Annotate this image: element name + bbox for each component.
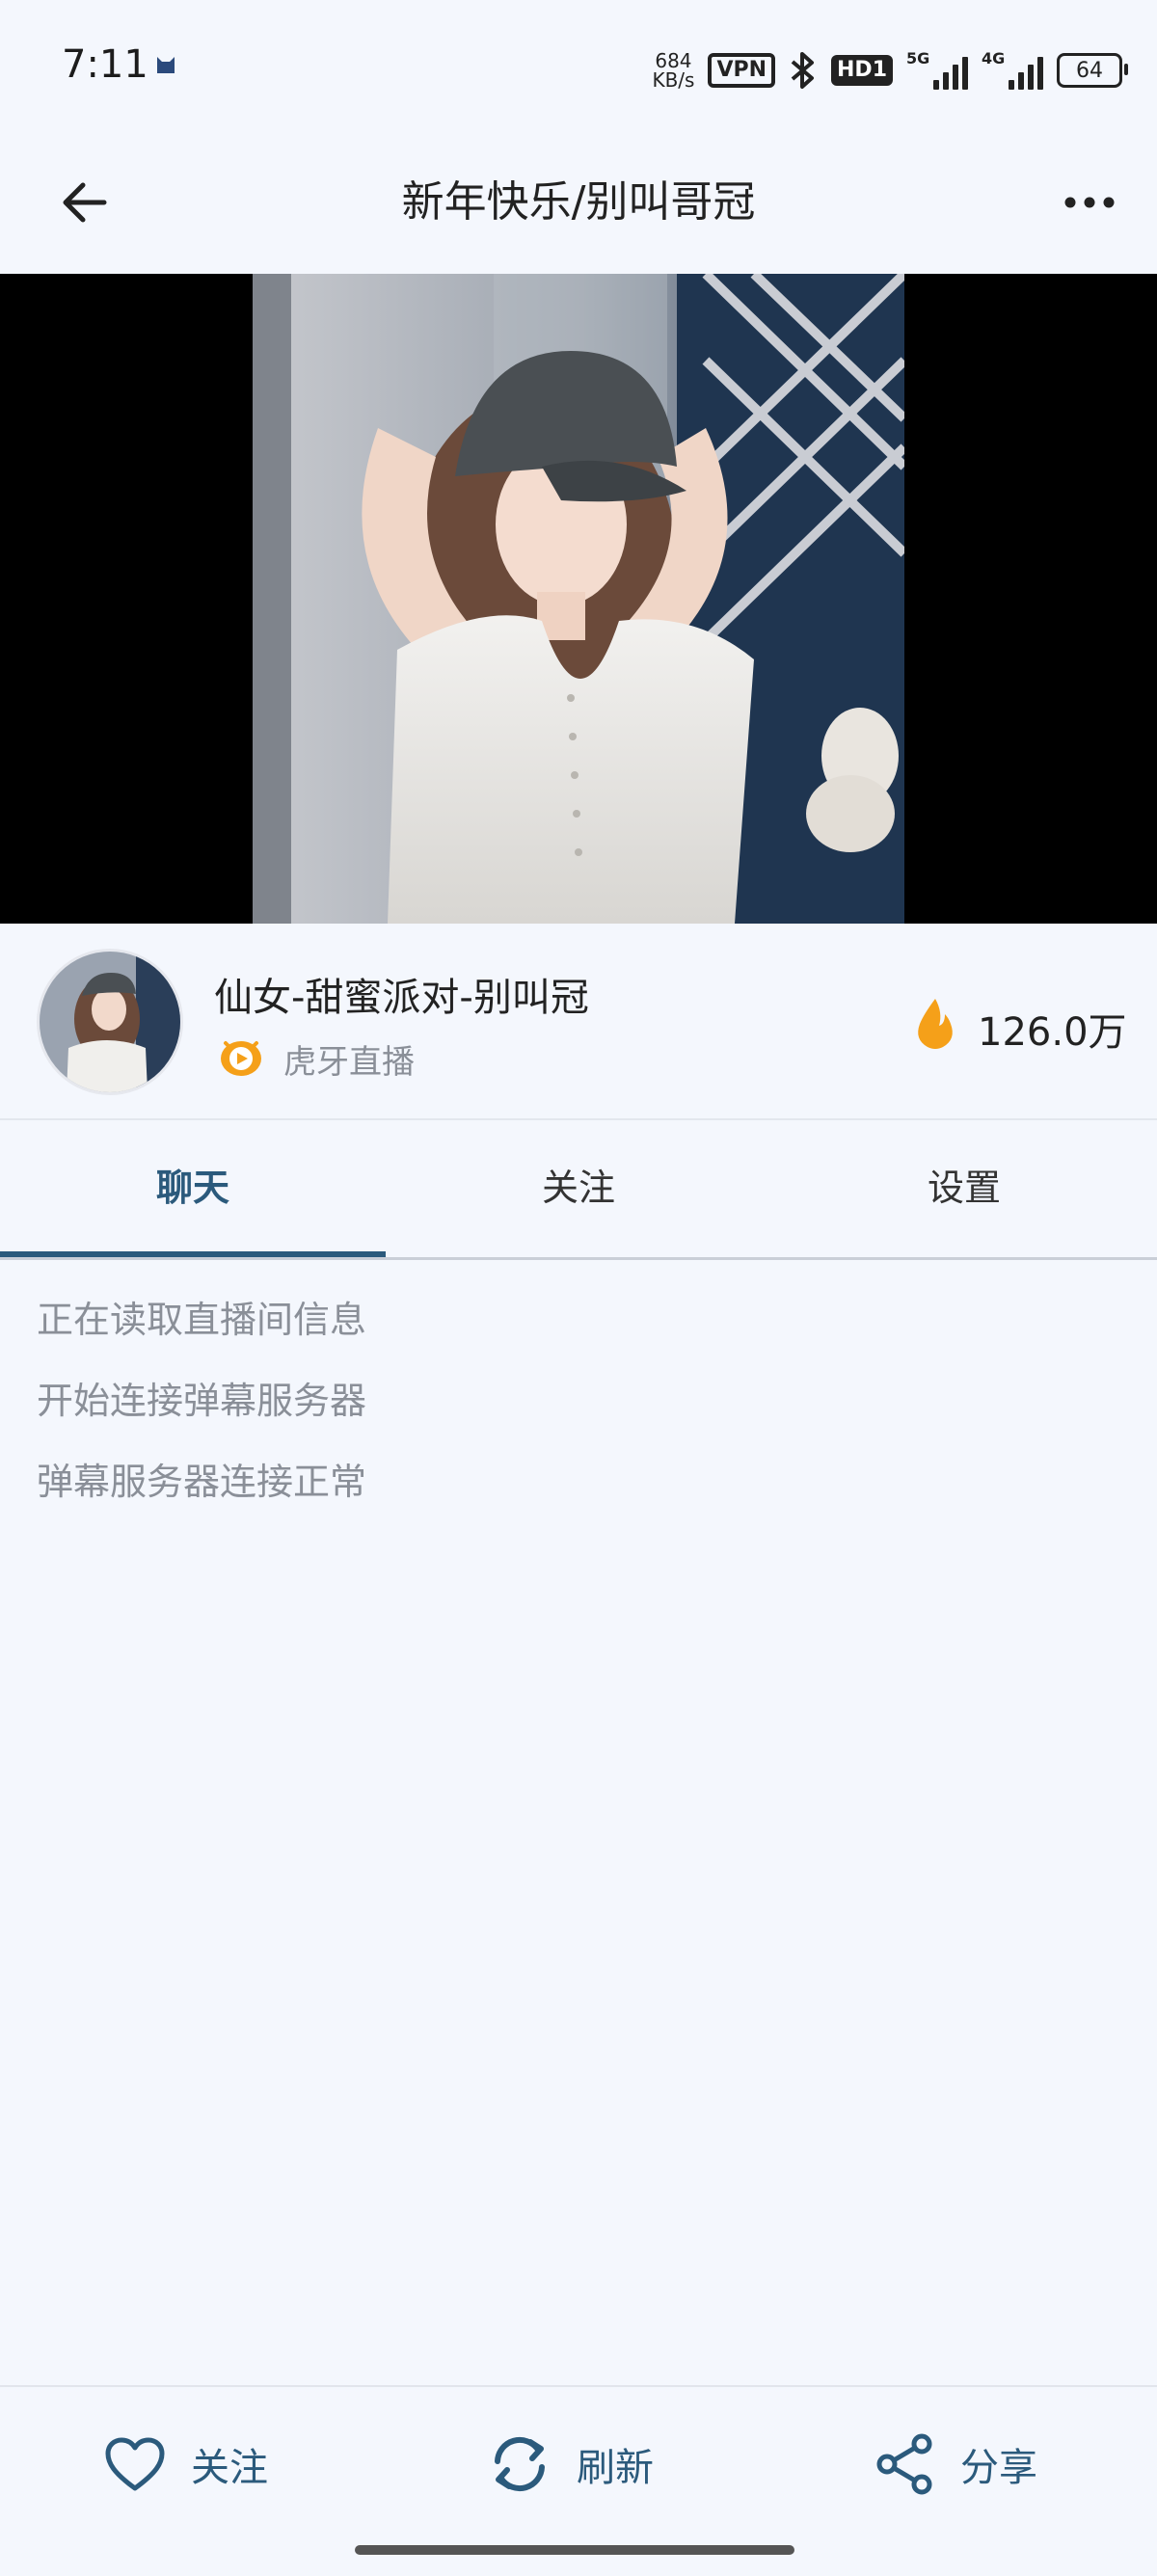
huya-logo-icon	[221, 1041, 261, 1076]
vpn-icon: VPN	[708, 53, 776, 88]
platform-name: 虎牙直播	[283, 1043, 415, 1082]
status-indicators: 684 KB/s VPN HD1 5G 4G 64	[652, 46, 1128, 94]
signal-5g-icon: 5G	[906, 49, 968, 90]
follow-label: 关注	[191, 2446, 268, 2490]
hd-icon: HD1	[831, 55, 893, 86]
net-speed-value: 684	[655, 49, 692, 72]
video-frame	[253, 274, 904, 924]
more-button[interactable]	[1051, 164, 1128, 241]
more-dots-icon	[1064, 197, 1115, 208]
app-header: 新年快乐/别叫哥冠	[0, 135, 1157, 274]
avatar-image	[40, 952, 180, 1092]
refresh-label: 刷新	[577, 2446, 654, 2490]
net-speed-unit: KB/s	[652, 68, 695, 92]
follow-button[interactable]: 关注	[104, 2426, 268, 2503]
cat-notification-icon	[157, 57, 175, 73]
tab-bar: 聊天 关注 设置	[0, 1118, 1157, 1260]
chat-message: 弹幕服务器连接正常	[37, 1461, 367, 1503]
battery-level: 64	[1076, 58, 1103, 83]
status-bar: 7:11 684 KB/s VPN HD1 5G 4G 64	[0, 0, 1157, 135]
tab-settings[interactable]: 设置	[771, 1118, 1157, 1257]
streamer-info: 仙女-甜蜜派对-别叫冠 虎牙直播 126.0万	[0, 924, 1157, 1120]
refresh-icon	[495, 2436, 545, 2492]
bluetooth-icon	[791, 52, 815, 89]
signal-4g-label: 4G	[982, 49, 1006, 67]
signal-4g-icon: 4G	[982, 49, 1043, 90]
home-indicator[interactable]	[355, 2545, 794, 2555]
chat-messages: 正在读取直播间信息 开始连接弹幕服务器 弹幕服务器连接正常	[37, 1292, 366, 1535]
back-arrow-icon	[63, 182, 107, 223]
share-button[interactable]: 分享	[874, 2426, 1037, 2503]
tab-indicator	[0, 1251, 386, 1257]
video-player[interactable]	[0, 274, 1157, 924]
page-title: 新年快乐/别叫哥冠	[401, 177, 756, 227]
fire-icon	[918, 999, 953, 1049]
avatar[interactable]	[37, 949, 183, 1095]
tab-chat[interactable]: 聊天	[0, 1118, 386, 1257]
share-label: 分享	[960, 2446, 1037, 2490]
status-time: 7:11	[62, 42, 148, 87]
chat-message: 开始连接弹幕服务器	[37, 1380, 367, 1422]
video-stream-image	[253, 274, 904, 924]
tab-follow[interactable]: 关注	[386, 1118, 771, 1257]
refresh-button[interactable]: 刷新	[488, 2426, 654, 2503]
heart-icon	[105, 2437, 165, 2491]
chat-message: 正在读取直播间信息	[37, 1299, 367, 1341]
signal-5g-label: 5G	[906, 49, 930, 67]
share-icon	[876, 2433, 932, 2495]
popularity-count: 126.0万	[978, 1010, 1127, 1055]
net-speed: 684 KB/s	[652, 51, 694, 90]
streamer-name: 仙女-甜蜜派对-别叫冠	[214, 976, 589, 1020]
battery-icon: 64	[1057, 53, 1128, 88]
back-button[interactable]	[46, 164, 123, 241]
